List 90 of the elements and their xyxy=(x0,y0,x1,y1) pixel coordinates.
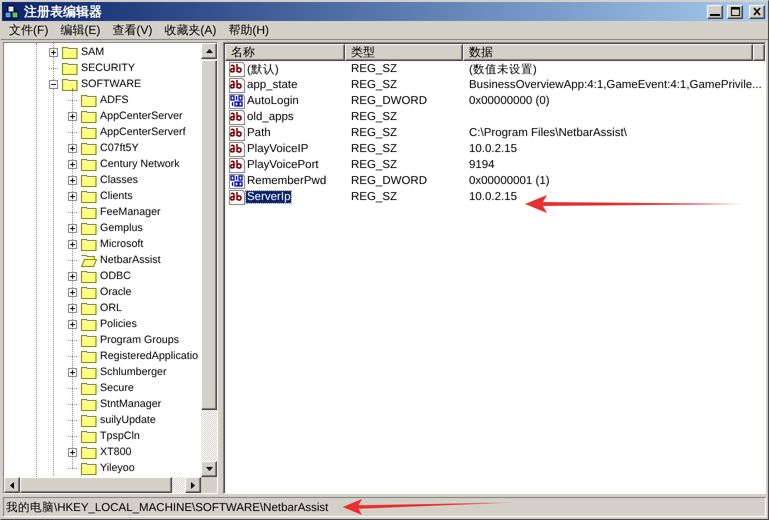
column-header[interactable]: 类型 xyxy=(345,44,463,61)
value-name[interactable]: RememberPwd xyxy=(246,175,328,187)
binary-value-icon xyxy=(229,94,245,108)
string-value-icon xyxy=(229,190,245,204)
status-path: 我的电脑\HKEY_LOCAL_MACHINE\SOFTWARE\NetbarAssist xyxy=(6,500,328,514)
binary-value-icon xyxy=(229,174,245,188)
table-cell: C:\Program Files\NetbarAssist\ xyxy=(469,127,627,139)
vertical-scrollbar[interactable] xyxy=(201,43,217,477)
table-cell-text: REG_DWORD xyxy=(350,95,428,107)
table-cell: 10.0.2.15 xyxy=(469,191,517,203)
tree-item[interactable]: ORL xyxy=(99,302,123,314)
table-cell: 10.0.2.15 xyxy=(469,143,517,155)
collapse-toggle[interactable] xyxy=(49,80,58,88)
string-value-icon xyxy=(229,158,245,172)
value-name[interactable]: PlayVoiceIP xyxy=(246,143,310,155)
table-cell-text: REG_SZ xyxy=(350,63,398,75)
tree-item[interactable]: Secure xyxy=(99,382,135,394)
menu-item[interactable]: 帮助(H) xyxy=(222,22,275,38)
tree-item[interactable]: TpspCln xyxy=(99,430,141,442)
maximize-button[interactable] xyxy=(727,4,743,18)
tree-item[interactable]: Century Network xyxy=(99,158,181,170)
expand-toggle[interactable] xyxy=(68,112,77,120)
table-cell-text: REG_SZ xyxy=(350,191,398,203)
maximize-icon xyxy=(730,7,740,16)
tree-item[interactable]: RegisteredApplicatio xyxy=(99,350,200,362)
string-value-icon xyxy=(229,142,245,156)
tree-item[interactable]: Clients xyxy=(99,190,134,202)
column-header[interactable]: 名称 xyxy=(225,44,345,61)
string-value-icon xyxy=(229,78,245,92)
tree-item[interactable]: Gemplus xyxy=(99,222,144,234)
value-name[interactable]: PlayVoicePort xyxy=(246,159,320,171)
tree-item[interactable]: Microsoft xyxy=(99,238,144,250)
minimize-button[interactable] xyxy=(707,4,723,18)
close-button[interactable] xyxy=(749,4,765,18)
tree-item[interactable]: StntManager xyxy=(99,398,162,410)
table-cell-text: REG_DWORD xyxy=(350,175,428,187)
expand-toggle[interactable] xyxy=(68,448,77,456)
tree-item[interactable]: SECURITY xyxy=(80,62,136,74)
scroll-down-icon[interactable] xyxy=(206,467,212,471)
table-cell: 0x00000001 (1) xyxy=(469,175,550,187)
tree-item[interactable]: Classes xyxy=(99,174,140,186)
table-cell-text: REG_SZ xyxy=(350,159,398,171)
scroll-left-icon[interactable] xyxy=(10,482,14,488)
cubes-icon xyxy=(4,4,20,20)
menu-item[interactable]: 编辑(E) xyxy=(54,22,106,38)
tree-item[interactable]: ADFS xyxy=(99,94,130,106)
tree-item[interactable]: SAM xyxy=(80,46,106,58)
table-cell: 9194 xyxy=(469,159,495,171)
table-cell: (数值未设置) xyxy=(469,64,537,76)
tree-item[interactable]: suilyUpdate xyxy=(99,414,157,426)
expand-toggle[interactable] xyxy=(68,368,77,376)
table-cell: BusinessOverviewApp:4:1,GameEvent:4:1,GamePrivile... xyxy=(469,79,762,91)
value-name[interactable]: Path xyxy=(246,127,272,139)
tree-item[interactable]: NetbarAssist xyxy=(99,254,162,266)
tree-item[interactable]: Oracle xyxy=(99,286,132,298)
tree-item[interactable]: Yileyoo xyxy=(99,462,136,474)
table-cell-text: REG_SZ xyxy=(350,143,398,155)
value-name[interactable]: ServerIp xyxy=(246,191,292,203)
table-cell-text: REG_SZ xyxy=(350,79,398,91)
string-value-icon xyxy=(229,126,245,140)
tree-item[interactable]: Policies xyxy=(99,318,138,330)
menu-item[interactable]: 收藏夹(A) xyxy=(158,22,222,38)
value-name[interactable]: (默认) xyxy=(246,62,280,76)
window-title: 注册表编辑器 xyxy=(24,2,103,20)
table-cell: 0x00000000 (0) xyxy=(469,95,550,107)
column-header[interactable]: 数据 xyxy=(463,44,753,61)
value-name[interactable]: old_apps xyxy=(246,111,295,123)
string-value-icon xyxy=(229,62,245,76)
tree-item[interactable]: AppCenterServer xyxy=(99,110,184,122)
table-cell-text: REG_SZ xyxy=(350,127,398,139)
expand-toggle[interactable] xyxy=(49,48,58,56)
table-cell-text: REG_SZ xyxy=(350,111,398,123)
menu-item[interactable]: 查看(V) xyxy=(106,22,158,38)
scroll-up-icon[interactable] xyxy=(206,49,212,53)
tree-item[interactable]: AppCenterServerf xyxy=(99,126,187,138)
value-name[interactable]: app_state xyxy=(246,79,299,91)
tree-item[interactable]: Program Groups xyxy=(99,334,180,346)
string-value-icon xyxy=(229,110,245,124)
horizontal-scrollbar[interactable] xyxy=(4,477,201,493)
value-name[interactable]: AutoLogin xyxy=(246,95,300,107)
minimize-icon xyxy=(710,14,720,16)
tree-item[interactable]: XT800 xyxy=(99,446,132,458)
close-icon xyxy=(752,7,762,16)
menu-item[interactable]: 文件(F) xyxy=(3,22,54,38)
tree-item[interactable]: ODBC xyxy=(99,270,132,282)
tree-item[interactable]: SOFTWARE xyxy=(80,78,142,90)
scroll-right-icon[interactable] xyxy=(191,482,195,488)
tree-item[interactable]: FeeManager xyxy=(99,206,162,218)
tree-item[interactable]: C07ft5Y xyxy=(99,142,140,154)
tree-item[interactable]: Schlumberger xyxy=(99,366,168,378)
